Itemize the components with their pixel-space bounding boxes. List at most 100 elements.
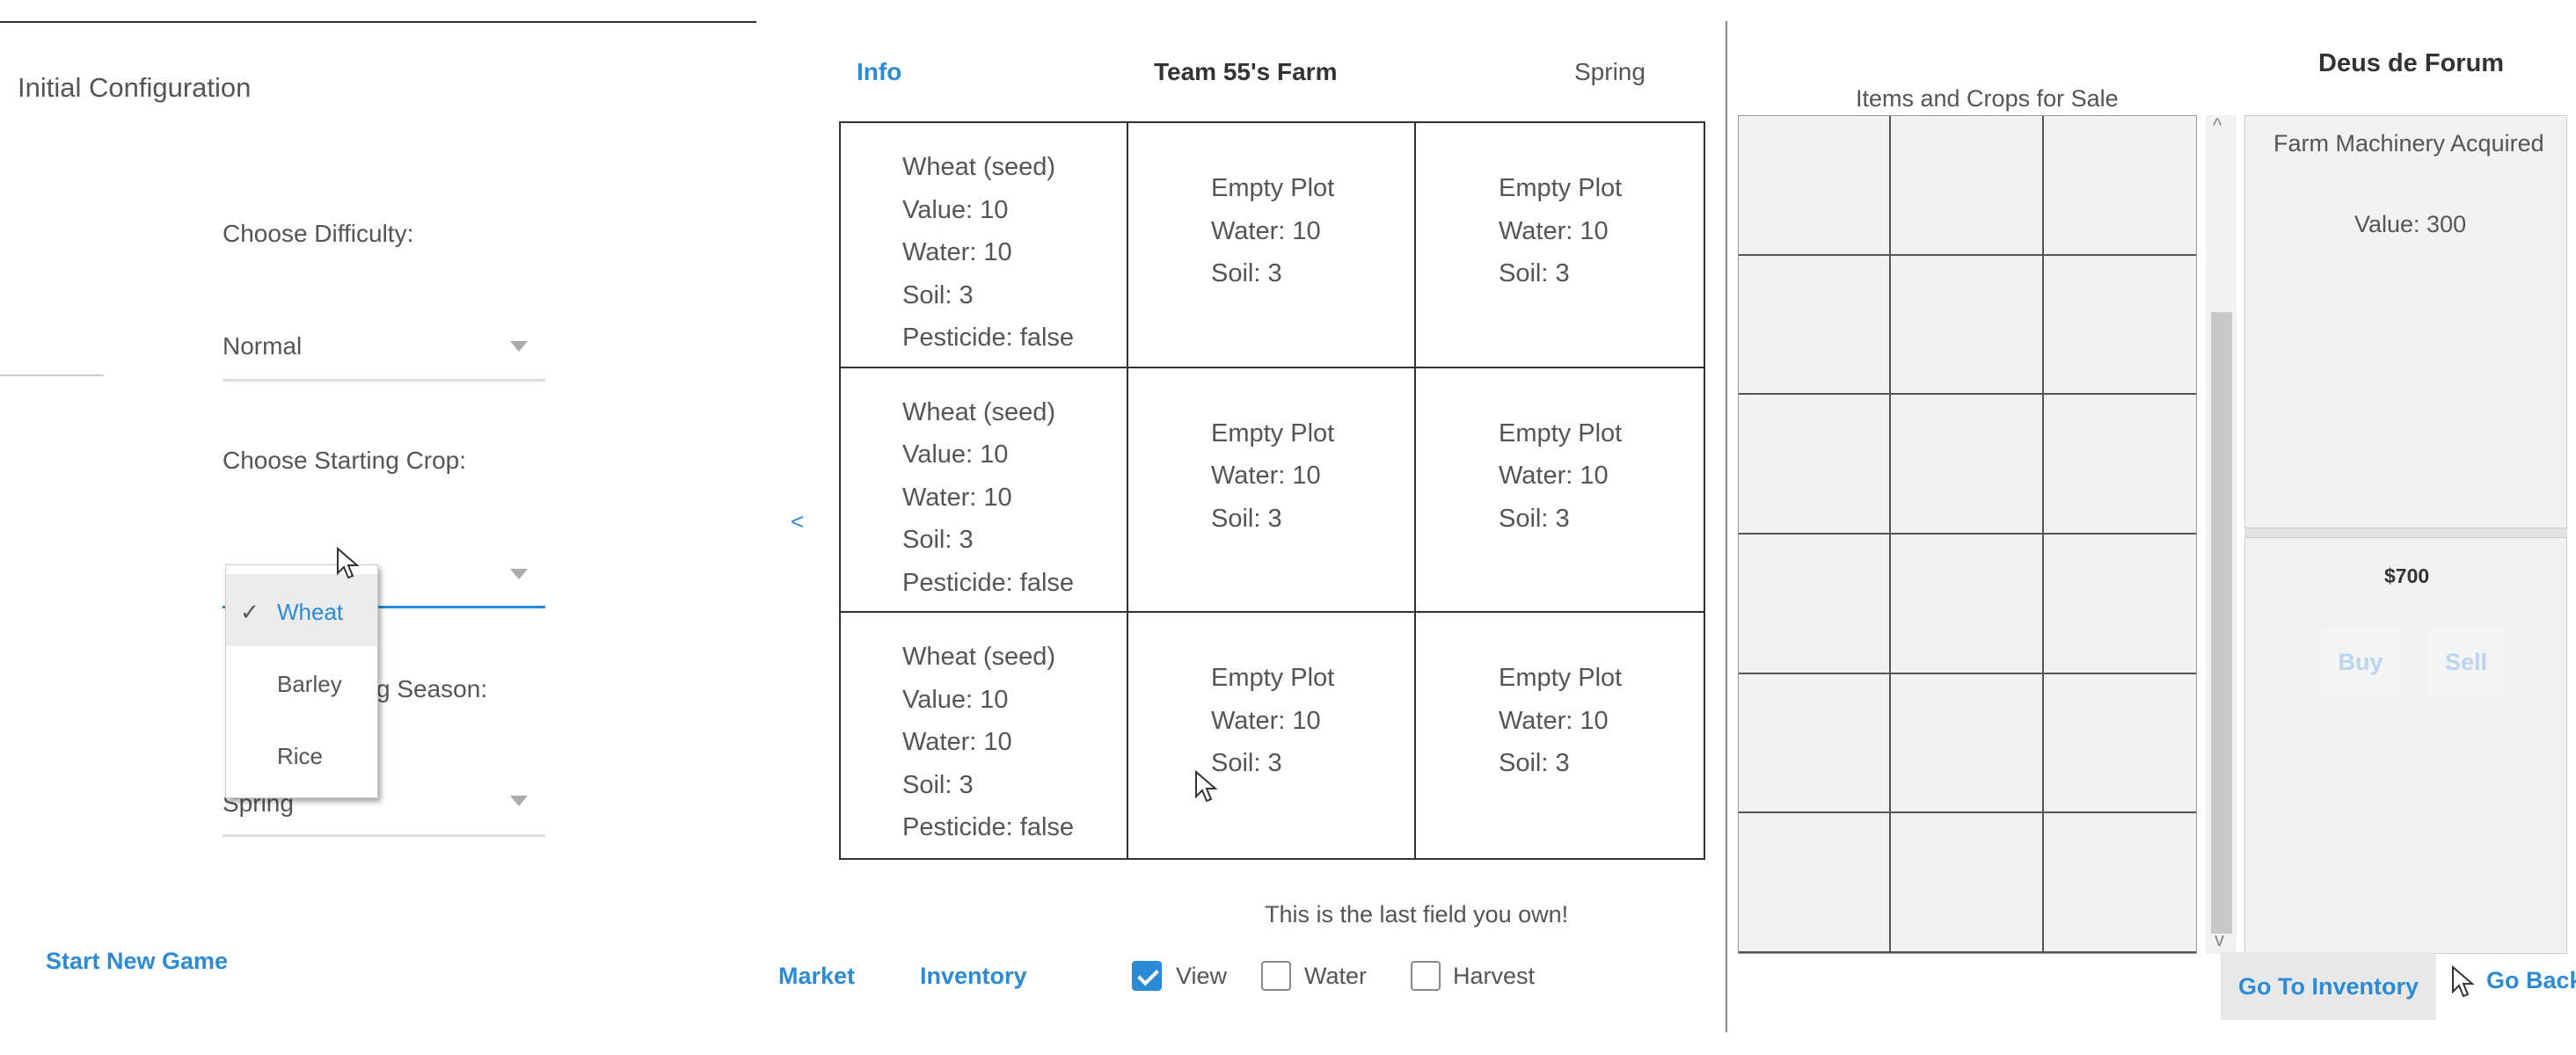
plot-line: Wheat (seed) bbox=[902, 643, 1056, 672]
plot-line: Soil: 3 bbox=[1499, 504, 1570, 533]
plot-info: Empty Plot Water: 10 Soil: 3 bbox=[1499, 167, 1622, 295]
farm-title: Team 55's Farm bbox=[1154, 58, 1338, 85]
go-back-button[interactable]: Go Back bbox=[2486, 967, 2576, 1002]
plot-line: Water: 10 bbox=[902, 483, 1012, 512]
harvest-checkbox[interactable] bbox=[1411, 961, 1441, 991]
shop-item-slot[interactable] bbox=[1891, 116, 2044, 256]
tab-market[interactable]: Market bbox=[776, 963, 855, 998]
scroll-down-icon[interactable]: v bbox=[2215, 928, 2224, 951]
dropdown-item-barley[interactable]: Barley bbox=[226, 646, 377, 718]
plot-cell[interactable]: Wheat (seed) Value: 10 Water: 10 Soil: 3 Pes… bbox=[841, 123, 1128, 368]
scroll-up-icon[interactable]: ^ bbox=[2213, 114, 2222, 137]
plot-line: Water: 10 bbox=[902, 238, 1012, 266]
plot-line: Empty Plot bbox=[1211, 174, 1335, 202]
panel-divider bbox=[1726, 21, 1727, 1032]
shop-item-slot[interactable] bbox=[1891, 395, 2044, 535]
plot-info: Wheat (seed) Value: 10 Water: 10 Soil: 3 Pes… bbox=[902, 391, 1074, 605]
chevron-down-icon bbox=[510, 796, 528, 806]
plot-line: Empty Plot bbox=[1499, 418, 1623, 447]
plot-info: Empty Plot Water: 10 Soil: 3 bbox=[1499, 412, 1622, 541]
water-label: Water bbox=[1304, 963, 1368, 989]
plot-line: Soil: 3 bbox=[902, 280, 974, 309]
water-checkbox[interactable] bbox=[1261, 961, 1291, 991]
start-new-game-button[interactable]: Start New Game bbox=[46, 948, 228, 975]
partial-underline bbox=[0, 375, 104, 376]
plot-info: Empty Plot Water: 10 Soil: 3 bbox=[1211, 167, 1334, 295]
shop-item-slot[interactable] bbox=[2043, 813, 2196, 953]
plot-info: Wheat (seed) Value: 10 Water: 10 Soil: 3 Pes… bbox=[902, 636, 1074, 849]
shop-item-slot[interactable] bbox=[1891, 673, 2044, 814]
plot-line: Pesticide: false bbox=[902, 813, 1075, 842]
shop-item-slot[interactable] bbox=[1891, 255, 2044, 396]
harvest-label: Harvest bbox=[1453, 963, 1536, 989]
shop-items-grid bbox=[1738, 115, 2197, 954]
plot-line: Water: 10 bbox=[902, 728, 1012, 757]
plot-line: Soil: 3 bbox=[902, 770, 974, 799]
plot-info: Empty Plot Water: 10 Soil: 3 bbox=[1211, 412, 1334, 541]
money-display: $700 bbox=[2384, 564, 2430, 587]
scrollbar-thumb[interactable] bbox=[2211, 312, 2232, 934]
plot-line: Value: 10 bbox=[902, 440, 1009, 469]
prev-field-button[interactable]: < bbox=[791, 508, 804, 535]
market-title: Deus de Forum bbox=[2318, 49, 2505, 77]
mouse-cursor-icon bbox=[337, 547, 360, 579]
plot-cell[interactable]: Empty Plot Water: 10 Soil: 3 bbox=[1128, 367, 1416, 614]
shop-item-slot[interactable] bbox=[1739, 116, 1892, 256]
shop-item-slot[interactable] bbox=[1891, 813, 2044, 953]
item-info-panel: Farm Machinery Acquired Value: 300 bbox=[2244, 115, 2567, 528]
shop-item-slot[interactable] bbox=[2043, 674, 2196, 814]
crop-dropdown: ✓ Wheat Barley Rice bbox=[225, 564, 378, 798]
view-label: View bbox=[1176, 963, 1228, 989]
plot-line: Wheat (seed) bbox=[902, 397, 1056, 426]
shop-item-slot[interactable] bbox=[2043, 116, 2196, 256]
chevron-down-icon bbox=[510, 341, 528, 352]
difficulty-label: Choose Difficulty: bbox=[223, 220, 414, 247]
plot-cell[interactable]: Wheat (seed) Value: 10 Water: 10 Soil: 3 Pes… bbox=[841, 613, 1128, 858]
buy-button[interactable]: Buy bbox=[2322, 629, 2399, 695]
crop-label: Choose Starting Crop: bbox=[223, 447, 467, 474]
dropdown-item-wheat[interactable]: ✓ Wheat bbox=[226, 574, 377, 646]
check-icon: ✓ bbox=[240, 599, 259, 625]
plot-line: Soil: 3 bbox=[1499, 259, 1570, 287]
view-checkbox[interactable] bbox=[1132, 961, 1162, 991]
trade-panel: $700 bbox=[2244, 537, 2567, 954]
plot-line: Water: 10 bbox=[1499, 462, 1609, 491]
shop-item-slot[interactable] bbox=[2043, 395, 2196, 535]
dropdown-item-label: Wheat bbox=[277, 599, 344, 625]
plot-line: Soil: 3 bbox=[1211, 749, 1282, 778]
shop-item-slot[interactable] bbox=[1739, 813, 1892, 953]
plot-line: Empty Plot bbox=[1211, 664, 1335, 693]
plot-cell[interactable]: Wheat (seed) Value: 10 Water: 10 Soil: 3 Pes… bbox=[841, 367, 1128, 614]
plot-cell[interactable]: Empty Plot Water: 10 Soil: 3 bbox=[1128, 123, 1416, 368]
shop-item-slot[interactable] bbox=[2043, 256, 2196, 396]
shop-item-slot[interactable] bbox=[1739, 673, 1892, 814]
plot-line: Pesticide: false bbox=[902, 324, 1075, 352]
panel-separator bbox=[2244, 528, 2567, 537]
shop-item-slot[interactable] bbox=[1739, 395, 1892, 535]
dropdown-item-rice[interactable]: Rice bbox=[226, 718, 377, 790]
plot-line: Water: 10 bbox=[1211, 462, 1321, 491]
plot-line: Soil: 3 bbox=[1211, 504, 1282, 533]
mouse-cursor-icon bbox=[2452, 965, 2475, 998]
plot-cell[interactable]: Empty Plot Water: 10 Soil: 3 bbox=[1416, 123, 1704, 368]
dropdown-item-label: Barley bbox=[277, 671, 342, 697]
plot-line: Empty Plot bbox=[1499, 174, 1623, 202]
sell-button[interactable]: Sell bbox=[2427, 629, 2505, 695]
plot-line: Water: 10 bbox=[1211, 216, 1321, 245]
shop-item-slot[interactable] bbox=[2043, 535, 2196, 674]
plot-cell[interactable]: Empty Plot Water: 10 Soil: 3 bbox=[1128, 613, 1416, 858]
mouse-cursor-icon bbox=[1195, 770, 1218, 803]
shop-item-slot[interactable] bbox=[1891, 535, 2044, 674]
farm-grid: Wheat (seed) Value: 10 Water: 10 Soil: 3 Pes… bbox=[839, 121, 1705, 860]
plot-cell[interactable]: Empty Plot Water: 10 Soil: 3 bbox=[1416, 613, 1704, 858]
go-to-inventory-button[interactable]: Go To Inventory bbox=[2221, 952, 2436, 1020]
tab-inventory[interactable]: Inventory bbox=[920, 963, 1027, 990]
difficulty-value: Normal bbox=[223, 332, 303, 360]
plot-cell[interactable]: Empty Plot Water: 10 Soil: 3 bbox=[1416, 368, 1704, 614]
shop-item-slot[interactable] bbox=[1739, 535, 1892, 674]
plot-line: Water: 10 bbox=[1211, 706, 1321, 735]
plot-line: Value: 10 bbox=[902, 195, 1009, 224]
tab-info[interactable]: Info bbox=[857, 58, 901, 86]
plot-line: Wheat (seed) bbox=[902, 153, 1056, 181]
shop-item-slot[interactable] bbox=[1739, 255, 1892, 396]
